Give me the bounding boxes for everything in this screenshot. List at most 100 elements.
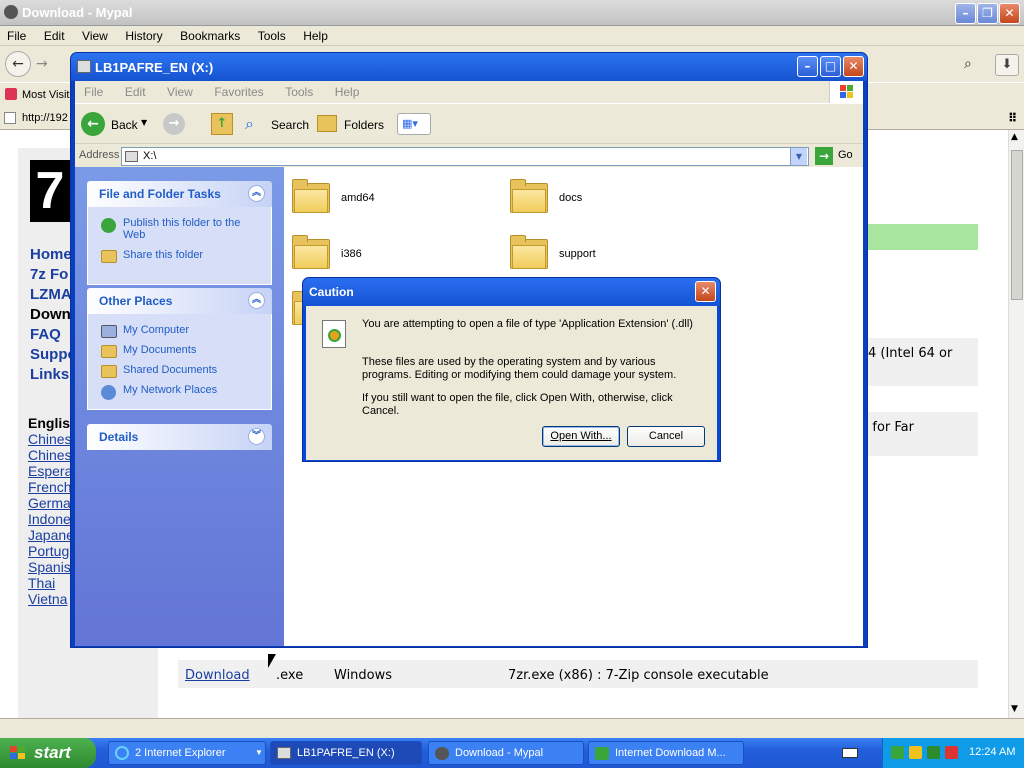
dropdown-arrow-icon[interactable]: ▼ <box>141 118 147 127</box>
page-scrollbar[interactable]: ▲ ▼ <box>1008 130 1024 718</box>
lang-link[interactable]: Germa <box>28 495 71 511</box>
explorer-menu-favorites[interactable]: Favorites <box>205 81 272 103</box>
lang-link[interactable]: French <box>28 479 72 495</box>
share-folder-icon <box>101 250 117 263</box>
explorer-close-button[interactable]: ✕ <box>843 56 864 77</box>
lang-link[interactable]: Japane <box>28 527 74 543</box>
tab-list-icon[interactable]: ⠿ <box>1008 111 1017 125</box>
start-button[interactable]: start <box>0 738 96 768</box>
download-tray-icon[interactable] <box>927 746 940 759</box>
panel-header[interactable]: File and Folder Tasks ︽ <box>87 181 272 207</box>
lang-link[interactable]: Vietna <box>28 591 67 607</box>
browser-status-bar <box>0 718 1024 738</box>
folders-button[interactable]: Folders <box>317 112 384 136</box>
caution-dialog: Caution ✕ You are attempting to open a f… <box>302 277 721 462</box>
menu-history[interactable]: History <box>118 26 169 46</box>
os-cell: Windows <box>334 668 393 683</box>
dialog-close-button[interactable]: ✕ <box>695 281 716 302</box>
scroll-down-icon[interactable]: ▼ <box>1011 704 1018 714</box>
place-label: Shared Documents <box>123 364 218 376</box>
menu-help[interactable]: Help <box>296 26 335 46</box>
lang-link[interactable]: Thai <box>28 575 55 591</box>
folder-icon <box>510 235 548 269</box>
back-button[interactable]: ← Back ▼ <box>81 112 151 136</box>
explorer-menu-edit[interactable]: Edit <box>116 81 155 103</box>
description-cell: 7zr.exe (x86) : 7-Zip console executable <box>508 668 769 683</box>
task-label: Publish this folder to the Web <box>123 217 241 241</box>
up-folder-icon[interactable]: ↑ <box>211 113 233 135</box>
dialog-message-line3b: Cancel. <box>362 405 400 417</box>
collapse-chevron-icon[interactable]: ︽ <box>248 185 265 202</box>
panel-title: Other Places <box>99 294 173 308</box>
browser-menu-bar: File Edit View History Bookmarks Tools H… <box>0 26 1024 46</box>
taskbar-item-explorer[interactable]: LB1PAFRE_EN (X:) <box>270 741 422 765</box>
minimize-button[interactable]: – <box>955 3 976 24</box>
lang-link[interactable]: Indone <box>28 511 71 527</box>
search-icon[interactable]: ⌕ <box>964 56 972 72</box>
download-link[interactable]: Download <box>185 668 250 683</box>
views-icon[interactable]: ▦▾ <box>397 113 431 135</box>
nav-faq[interactable]: FAQ <box>30 326 61 343</box>
address-input[interactable]: X:\ ▼ <box>121 147 809 166</box>
taskbar-item-label: 2 Internet Explorer <box>135 747 226 759</box>
nav-links[interactable]: Links <box>30 366 69 383</box>
explorer-menu-help[interactable]: Help <box>326 81 369 103</box>
tab-url[interactable]: http://192 <box>22 112 68 124</box>
keyboard-icon[interactable] <box>842 748 858 758</box>
panel-header[interactable]: Details ︾ <box>87 424 272 450</box>
taskbar-item-idm[interactable]: Internet Download M... <box>588 741 744 765</box>
back-arrow-icon[interactable]: ← <box>5 51 31 77</box>
open-with-button[interactable]: Open With... <box>542 426 620 447</box>
menu-bookmarks[interactable]: Bookmarks <box>173 26 247 46</box>
folder-item-docs[interactable]: docs <box>510 179 670 219</box>
search-label: Search <box>271 118 310 132</box>
menu-file[interactable]: File <box>0 26 33 46</box>
forward-arrow-icon[interactable]: → <box>163 113 185 135</box>
expand-chevron-icon[interactable]: ︾ <box>248 428 265 445</box>
folder-item-support[interactable]: support <box>510 235 670 275</box>
place-label: My Network Places <box>123 384 218 396</box>
nav-7z-format[interactable]: 7z Fo <box>30 266 68 283</box>
go-arrow-icon: → <box>815 147 833 165</box>
explorer-minimize-button[interactable]: – <box>797 56 818 77</box>
nav-lzma[interactable]: LZMA <box>30 286 72 303</box>
explorer-menu-tools[interactable]: Tools <box>276 81 322 103</box>
cancel-button[interactable]: Cancel <box>627 426 705 447</box>
explorer-maximize-button[interactable]: □ <box>820 56 841 77</box>
download-arrow-icon[interactable]: ⬇ <box>995 54 1019 76</box>
explorer-menu-file[interactable]: File <box>75 81 112 103</box>
nav-home[interactable]: Home <box>30 246 72 263</box>
address-dropdown-icon[interactable]: ▼ <box>790 148 807 165</box>
scroll-up-icon[interactable]: ▲ <box>1011 132 1018 142</box>
menu-view[interactable]: View <box>75 26 115 46</box>
folder-item-i386[interactable]: i386 <box>292 235 452 275</box>
lang-link[interactable]: Portug <box>28 543 69 559</box>
panel-header[interactable]: Other Places ︽ <box>87 288 272 314</box>
security-shield-icon[interactable] <box>909 746 922 759</box>
search-button[interactable]: ⌕ Search <box>245 112 310 136</box>
lang-link[interactable]: Spanis <box>28 559 71 575</box>
network-tray-icon[interactable] <box>891 746 904 759</box>
taskbar-item-mypal[interactable]: Download - Mypal <box>428 741 584 765</box>
explorer-menu-view[interactable]: View <box>158 81 202 103</box>
menu-tools[interactable]: Tools <box>251 26 293 46</box>
maximize-button[interactable]: ❐ <box>977 3 998 24</box>
documents-folder-icon <box>101 345 117 358</box>
antivirus-icon[interactable] <box>945 746 958 759</box>
go-button[interactable]: → Go <box>815 147 859 166</box>
lang-link[interactable]: Chines <box>28 447 72 463</box>
menu-edit[interactable]: Edit <box>37 26 72 46</box>
bookmark-most-visited[interactable]: Most Visit <box>22 89 69 101</box>
scroll-thumb[interactable] <box>1011 150 1023 300</box>
lang-link[interactable]: Chines <box>28 431 72 447</box>
dialog-body: You are attempting to open a file of typ… <box>306 306 717 460</box>
nav-download[interactable]: Down <box>30 306 71 323</box>
dialog-message-line2a: These files are used by the operating sy… <box>362 356 656 368</box>
forward-arrow-icon[interactable]: → <box>36 56 48 72</box>
close-button[interactable]: ✕ <box>999 3 1020 24</box>
collapse-chevron-icon[interactable]: ︽ <box>248 292 265 309</box>
taskbar-item-internet-explorer[interactable]: 2 Internet Explorer ▼ <box>108 741 266 765</box>
folder-icon <box>292 179 330 213</box>
folder-item-amd64[interactable]: amd64 <box>292 179 452 219</box>
lang-link[interactable]: Espera <box>28 463 72 479</box>
